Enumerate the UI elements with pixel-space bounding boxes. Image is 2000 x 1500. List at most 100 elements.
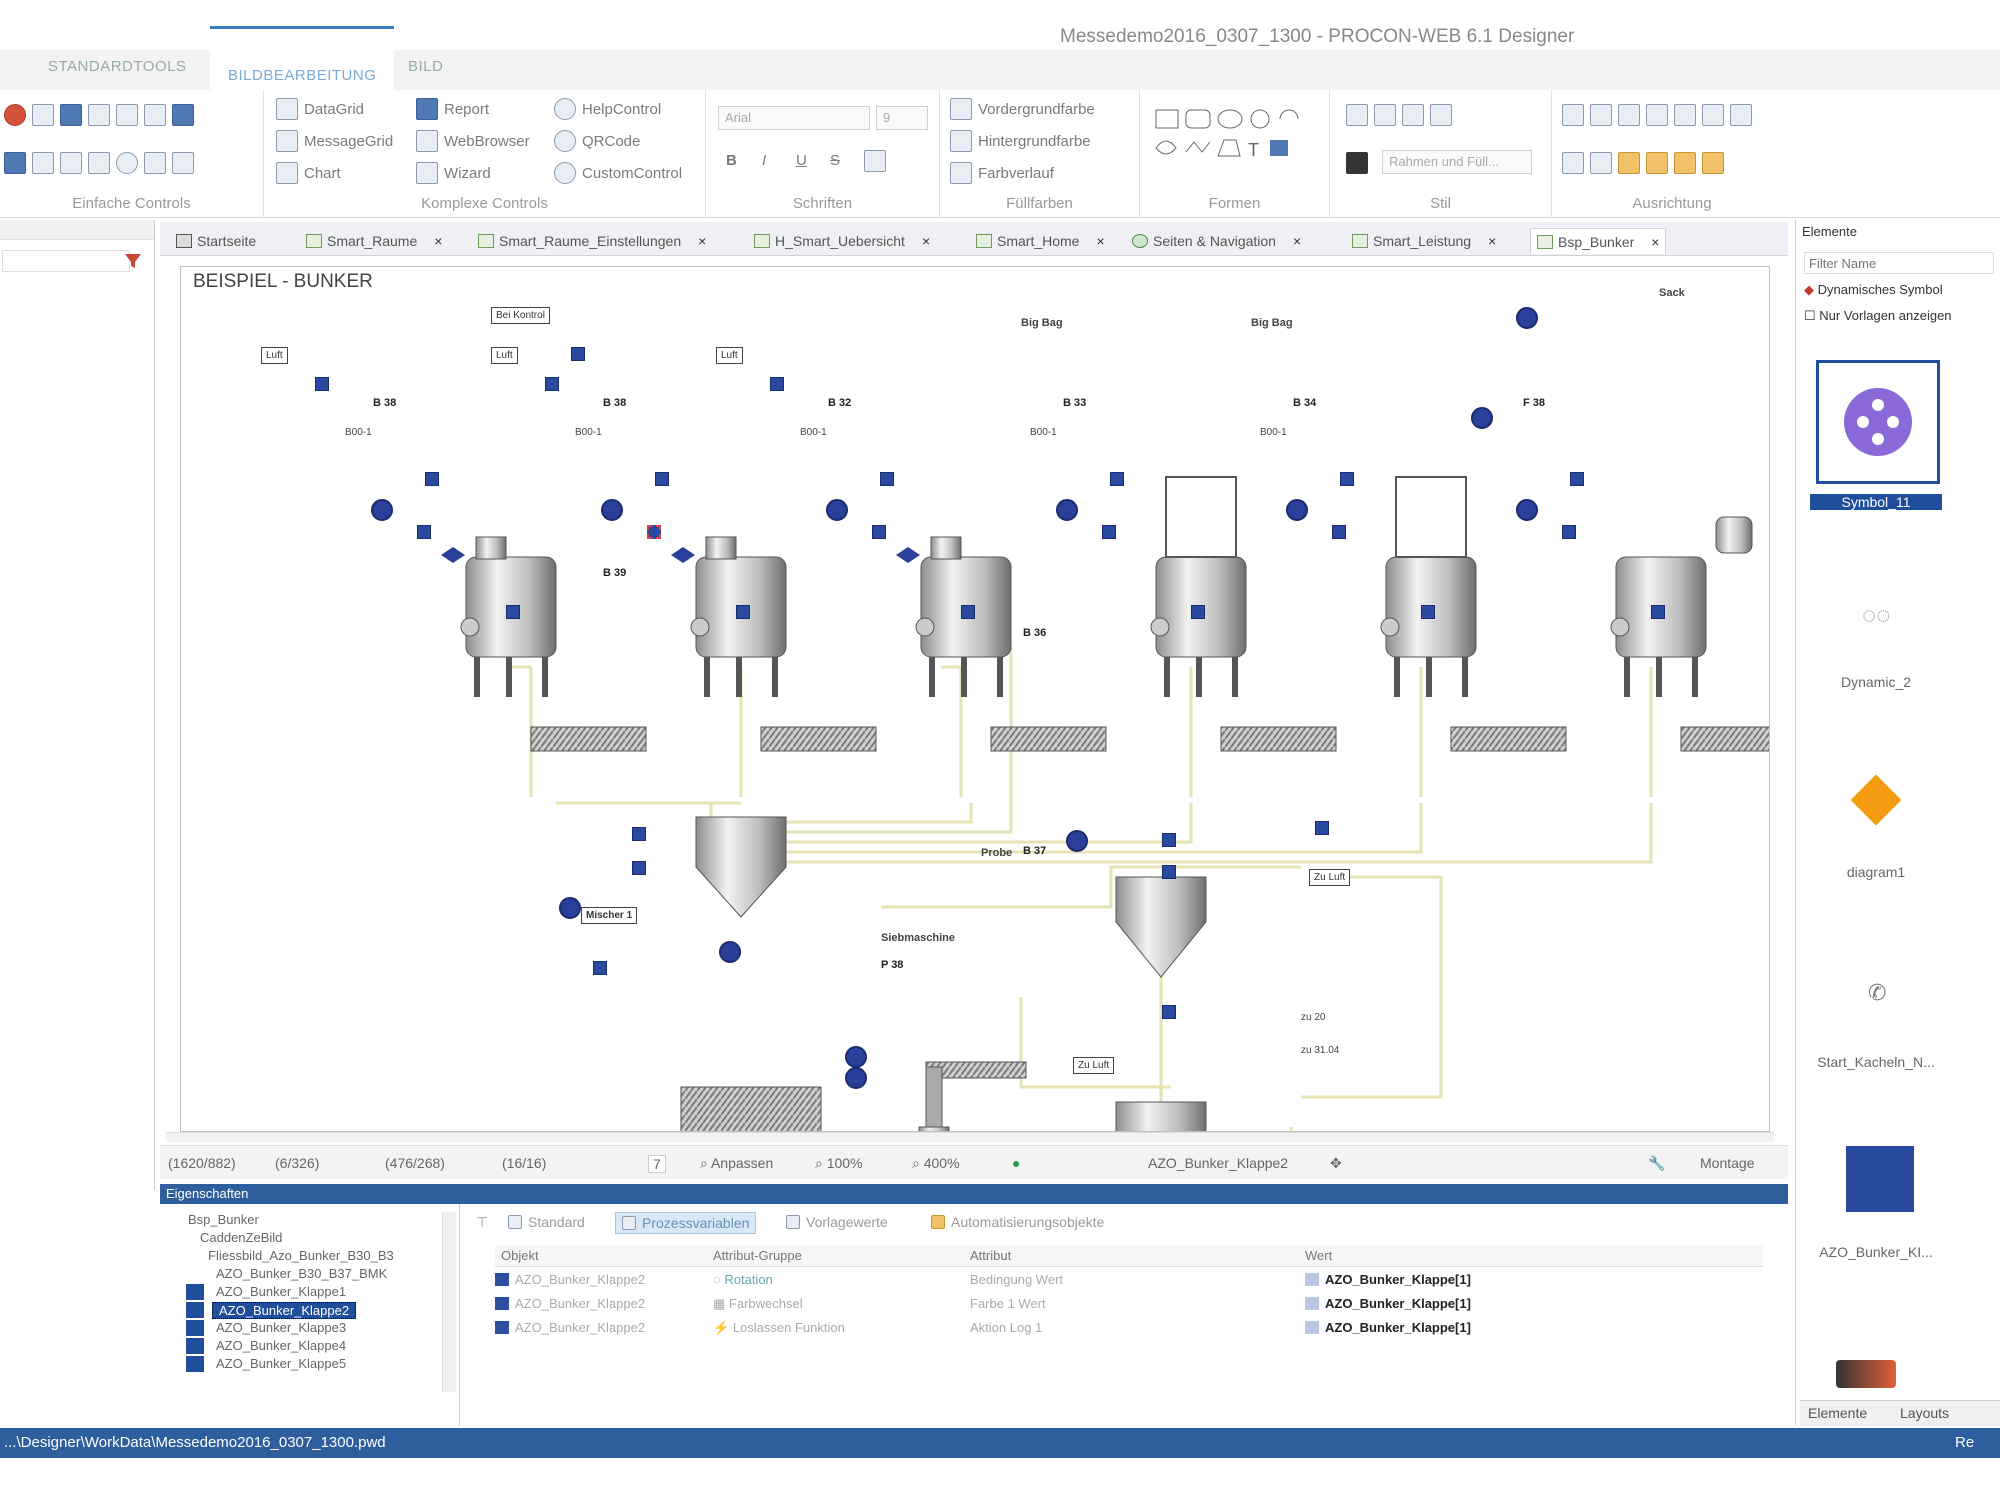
distribute-icon[interactable] bbox=[1730, 104, 1752, 126]
shadow-icon[interactable] bbox=[1402, 104, 1424, 126]
zu-luft-button-1[interactable]: Zu Luft bbox=[1309, 869, 1351, 886]
tab-bildbearbeitung[interactable]: BILDBEARBEITUNG bbox=[210, 26, 395, 90]
chart-button[interactable]: Chart bbox=[276, 162, 341, 184]
motor-indicator[interactable] bbox=[371, 499, 393, 521]
tree-item[interactable]: AZO_Bunker_Klappe5 bbox=[216, 1356, 346, 1371]
signal-block[interactable] bbox=[506, 605, 520, 619]
signal-block[interactable] bbox=[632, 861, 646, 875]
bring-front-icon[interactable] bbox=[1618, 152, 1640, 174]
foreground-color-button[interactable]: Vordergrundfarbe bbox=[950, 98, 1095, 120]
group-icon[interactable] bbox=[1562, 152, 1584, 174]
wrench-icon[interactable]: 🔧 bbox=[1648, 1155, 1665, 1172]
signal-block[interactable] bbox=[736, 605, 750, 619]
align-bottom-icon[interactable] bbox=[1702, 104, 1724, 126]
list-icon[interactable] bbox=[88, 104, 110, 126]
align-center-icon[interactable] bbox=[1590, 104, 1612, 126]
signal-block-selected[interactable] bbox=[647, 525, 661, 539]
filter-icon[interactable]: ⊤ bbox=[470, 1212, 494, 1233]
signal-block[interactable] bbox=[1315, 821, 1329, 835]
doc-tab-smart-leistung[interactable]: Smart_Leistung × bbox=[1346, 228, 1502, 254]
tree-item[interactable]: AZO_Bunker_B30_B37_BMK bbox=[216, 1266, 387, 1281]
close-icon[interactable]: × bbox=[1096, 233, 1104, 249]
left-panel-search[interactable] bbox=[2, 250, 130, 272]
slider-icon[interactable] bbox=[60, 152, 82, 174]
signal-block[interactable] bbox=[571, 347, 585, 361]
element-card-dynamic[interactable]: ◌◌ Dynamic_2 bbox=[1810, 560, 1942, 690]
ungroup-icon[interactable] bbox=[1590, 152, 1612, 174]
cell-wert[interactable]: AZO_Bunker_Klappe[1] bbox=[1305, 1296, 1471, 1311]
doc-tab-bsp-bunker[interactable]: Bsp_Bunker × bbox=[1530, 228, 1667, 254]
motor-indicator[interactable] bbox=[1516, 499, 1538, 521]
tree-item[interactable]: Bsp_Bunker bbox=[188, 1212, 259, 1227]
italic-button[interactable]: I bbox=[762, 152, 766, 169]
signal-block[interactable] bbox=[1110, 472, 1124, 486]
align-right-icon[interactable] bbox=[1618, 104, 1640, 126]
doc-tab-smart-home[interactable]: Smart_Home × bbox=[970, 228, 1111, 254]
motor-indicator[interactable] bbox=[601, 499, 623, 521]
motor-indicator[interactable] bbox=[1516, 307, 1538, 329]
close-icon[interactable]: × bbox=[1488, 233, 1496, 249]
helpcontrol-button[interactable]: HelpControl bbox=[554, 98, 661, 120]
signal-block[interactable] bbox=[1340, 472, 1354, 486]
qrcode-button[interactable]: QRCode bbox=[554, 130, 640, 152]
record-icon[interactable] bbox=[4, 104, 26, 126]
doc-tab-h-smart-uebersicht[interactable]: H_Smart_Uebersicht × bbox=[748, 228, 936, 254]
luft-button-2[interactable]: Luft bbox=[491, 347, 518, 364]
tab-automatisierungsobjekte[interactable]: Automatisierungsobjekte bbox=[925, 1212, 1110, 1232]
signal-block[interactable] bbox=[1651, 605, 1665, 619]
motor-indicator[interactable] bbox=[719, 941, 741, 963]
design-canvas[interactable]: BEISPIEL - BUNKER Luft Luft Luft Bei Kon… bbox=[180, 266, 1770, 1132]
element-card-symbol[interactable]: Symbol_11 bbox=[1810, 360, 1942, 510]
doc-tab-smart-raume-einstellungen[interactable]: Smart_Raume_Einstellungen × bbox=[472, 228, 712, 254]
luft-button-1[interactable]: Luft bbox=[261, 347, 288, 364]
move-icon[interactable]: ✥ bbox=[1330, 1155, 1342, 1172]
element-card-start-kacheln[interactable]: ✆ Start_Kacheln_N... bbox=[1810, 940, 1942, 1070]
tab-vorlagewerte[interactable]: Vorlagewerte bbox=[780, 1212, 894, 1232]
close-icon[interactable]: × bbox=[1651, 234, 1659, 250]
forward-icon[interactable] bbox=[1674, 152, 1696, 174]
signal-block[interactable] bbox=[315, 377, 329, 391]
canvas-horizontal-scrollbar[interactable] bbox=[166, 1132, 1774, 1142]
gradient-button[interactable]: Farbverlauf bbox=[950, 162, 1054, 184]
motor-indicator[interactable] bbox=[1056, 499, 1078, 521]
element-filter-input[interactable] bbox=[1804, 252, 1994, 274]
signal-block[interactable] bbox=[545, 377, 559, 391]
bold-button[interactable]: B bbox=[726, 152, 737, 169]
signal-block[interactable] bbox=[961, 605, 975, 619]
nur-vorlagen-checkbox[interactable]: ☐ Nur Vorlagen anzeigen bbox=[1804, 308, 1952, 324]
globe-icon[interactable] bbox=[116, 152, 138, 174]
doc-tab-smart-raume[interactable]: Smart_Raume × bbox=[300, 228, 448, 254]
customcontrol-button[interactable]: CustomControl bbox=[554, 162, 682, 184]
dropdown-icon[interactable] bbox=[144, 104, 166, 126]
report-button[interactable]: Report bbox=[416, 98, 489, 120]
doc-tab-seiten-navigation[interactable]: Seiten & Navigation × bbox=[1126, 228, 1307, 254]
fit-button[interactable]: ⌕ Anpassen bbox=[700, 1155, 773, 1172]
datagrid-button[interactable]: DataGrid bbox=[276, 98, 364, 120]
element-card-azo-bunker[interactable]: AZO_Bunker_KI... bbox=[1810, 1130, 1942, 1260]
grid-icon[interactable] bbox=[32, 104, 54, 126]
border-icon[interactable] bbox=[1374, 104, 1396, 126]
align-left-icon[interactable] bbox=[1562, 104, 1584, 126]
signal-block[interactable] bbox=[1570, 472, 1584, 486]
shapes-gallery[interactable]: T bbox=[1152, 102, 1322, 168]
backward-icon[interactable] bbox=[1702, 152, 1724, 174]
tree-item-selected[interactable]: AZO_Bunker_Klappe2 bbox=[212, 1302, 357, 1319]
textbox-icon[interactable] bbox=[144, 152, 166, 174]
tree-item[interactable]: AZO_Bunker_Klappe1 bbox=[216, 1284, 346, 1299]
fill-black-icon[interactable] bbox=[1346, 152, 1368, 174]
motor-indicator[interactable] bbox=[1286, 499, 1308, 521]
tab-bild[interactable]: BILD bbox=[408, 58, 443, 75]
doc-tab-startseite[interactable]: Startseite bbox=[170, 228, 262, 254]
filter-icon[interactable] bbox=[122, 250, 144, 272]
style-select[interactable]: Rahmen und Füll... bbox=[1382, 150, 1532, 174]
mischer-label[interactable]: Mischer 1 bbox=[581, 907, 638, 924]
tree-item[interactable]: CaddenZeBild bbox=[200, 1230, 282, 1245]
motor-indicator[interactable] bbox=[845, 1046, 867, 1068]
cell-wert[interactable]: AZO_Bunker_Klappe[1] bbox=[1305, 1320, 1471, 1335]
close-icon[interactable]: × bbox=[1293, 233, 1301, 249]
tree-scrollbar[interactable] bbox=[442, 1212, 456, 1392]
zoom-step-input[interactable]: 7 bbox=[648, 1155, 666, 1173]
bei-kontrol-button[interactable]: Bei Kontrol bbox=[491, 307, 550, 324]
button-icon[interactable] bbox=[4, 152, 26, 174]
tree-item[interactable]: AZO_Bunker_Klappe4 bbox=[216, 1338, 346, 1353]
